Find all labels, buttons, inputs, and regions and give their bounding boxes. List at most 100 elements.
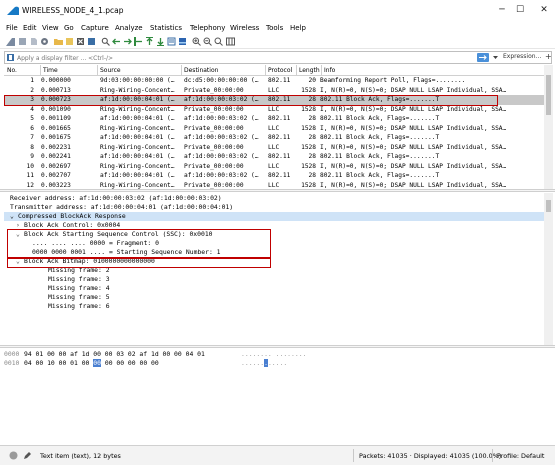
open-file-icon[interactable]: [54, 37, 63, 46]
cell-source: af:1d:00:00:04:01 (…: [100, 115, 175, 122]
menu-capture[interactable]: Capture: [81, 24, 109, 32]
detail-compressed-blockack[interactable]: ⌄ Compressed BlockAck Response: [4, 212, 544, 221]
close-file-icon[interactable]: [76, 37, 85, 46]
bytes-ascii-post: .....: [267, 359, 288, 367]
pane-splitter[interactable]: [0, 189, 555, 192]
bookmark-filter-icon[interactable]: [7, 54, 14, 61]
status-profile[interactable]: Profile: Default: [497, 452, 544, 460]
edit-comment-icon[interactable]: [23, 451, 32, 460]
packet-row[interactable]: 8 0.002231 Ring-Wiring-Concent… Private_00:…: [4, 143, 544, 153]
detail-missing-frame[interactable]: Missing frame: 5: [48, 293, 110, 302]
bytes-hex[interactable]: 94 01 00 00 af 1d 00 00 03 02 af 1d 00 0…: [24, 350, 205, 358]
menu-help[interactable]: Help: [290, 24, 306, 32]
cell-source: Ring-Wiring-Concent…: [100, 124, 175, 132]
menu-telephony[interactable]: Telephony: [190, 24, 225, 32]
bytes-hex[interactable]: 04 00 10 00 01 00 00 00 00 00 00 00: [24, 359, 159, 367]
cell-time: 0.002241: [41, 153, 71, 160]
detail-missing-frame[interactable]: Missing frame: 6: [48, 302, 110, 311]
column-time[interactable]: Time: [40, 65, 58, 76]
column-protocol[interactable]: Protocol: [265, 65, 292, 76]
close-button[interactable]: ✕: [537, 4, 551, 16]
scrollbar-thumb[interactable]: [546, 75, 551, 115]
cell-info: 802.11 Block Ack, Flags=.......T: [320, 115, 440, 122]
cell-info: I, N(R)=0, N(S)=0; DSAP NULL LSAP Indivi…: [320, 105, 507, 113]
go-back-icon[interactable]: [112, 37, 121, 46]
column-destination[interactable]: Destination: [181, 65, 218, 76]
add-filter-button[interactable]: +: [545, 52, 552, 61]
packet-row[interactable]: 9 0.002241 af:1d:00:00:04:01 (… af:1d:00:00…: [4, 152, 544, 162]
packet-row[interactable]: 6 0.001665 Ring-Wiring-Concent… Private_00:…: [4, 124, 544, 134]
bytes-ascii[interactable]: ........ ........: [241, 350, 306, 358]
autoscroll-icon[interactable]: [167, 37, 176, 46]
minimize-button[interactable]: ─: [495, 4, 509, 16]
chevron-down-icon[interactable]: ⌄: [10, 212, 14, 220]
cell-time: 0.001090: [41, 105, 71, 113]
cell-info: 802.11 Block Ack, Flags=.......T: [320, 172, 440, 179]
normal-size-icon[interactable]: [214, 37, 223, 46]
start-capture-icon[interactable]: [6, 37, 15, 46]
chevron-right-icon[interactable]: ›: [16, 221, 24, 229]
restart-capture-icon[interactable]: [29, 37, 38, 46]
bytes-hex-selected[interactable]: 00: [93, 359, 101, 367]
details-scrollbar[interactable]: [544, 193, 553, 345]
zoom-in-icon[interactable]: [192, 37, 201, 46]
column-no[interactable]: No.: [7, 67, 17, 74]
cell-length: 28: [308, 134, 316, 141]
go-first-icon[interactable]: [145, 37, 154, 46]
go-last-icon[interactable]: [156, 37, 165, 46]
find-packet-icon[interactable]: [101, 37, 110, 46]
menu-go[interactable]: Go: [64, 24, 74, 32]
cell-protocol: 802.11: [268, 172, 291, 179]
zoom-out-icon[interactable]: [203, 37, 212, 46]
cell-length: 20: [308, 77, 316, 84]
apply-filter-button[interactable]: [477, 53, 489, 62]
expression-button[interactable]: Expression...: [503, 53, 541, 60]
packet-row[interactable]: 11 0.002707 af:1d:00:00:04:01 (… af:1d:00:0…: [4, 171, 544, 181]
capture-options-icon[interactable]: [40, 37, 49, 46]
expert-info-icon[interactable]: [9, 451, 18, 460]
menu-bar: File Edit View Go Capture Analyze Statis…: [0, 22, 555, 35]
menu-view[interactable]: View: [42, 24, 59, 32]
menu-file[interactable]: File: [6, 24, 18, 32]
cell-info: I, N(R)=0, N(S)=0; DSAP NULL LSAP Indivi…: [320, 124, 507, 132]
cell-protocol: LLC: [268, 124, 280, 132]
cell-no: 8: [30, 143, 34, 151]
packet-row[interactable]: 1 0.000000 9d:03:00:00:00:00 (… dc:d5:00:00…: [4, 76, 544, 86]
save-file-icon[interactable]: [65, 37, 74, 46]
cell-time: 0.003223: [41, 181, 71, 189]
reload-file-icon[interactable]: [87, 37, 96, 46]
scrollbar-thumb[interactable]: [546, 200, 551, 212]
column-length[interactable]: Length: [296, 65, 320, 76]
detail-receiver-address[interactable]: Receiver address: af:1d:00:00:03:02 (af:…: [10, 194, 222, 203]
column-source[interactable]: Source: [97, 65, 121, 76]
cell-no: 9: [30, 153, 34, 160]
menu-analyze[interactable]: Analyze: [115, 24, 143, 32]
cell-protocol: 802.11: [268, 134, 291, 141]
stop-capture-icon[interactable]: [18, 37, 27, 46]
colorize-icon[interactable]: [178, 37, 187, 46]
bytes-ascii[interactable]: ............: [241, 359, 287, 367]
filter-history-dropdown[interactable]: [492, 53, 499, 62]
packet-list-scrollbar[interactable]: [544, 65, 553, 189]
packet-row[interactable]: 7 0.001675 af:1d:00:00:04:01 (… af:1d:00:00…: [4, 133, 544, 143]
packet-row[interactable]: 2 0.000713 Ring-Wiring-Concent… Private_00:…: [4, 86, 544, 96]
packet-row[interactable]: 12 0.003223 Ring-Wiring-Concent… Private_00…: [4, 181, 544, 190]
detail-transmitter-address[interactable]: Transmitter address: af:1d:00:00:04:01 (…: [10, 203, 233, 212]
display-filter-input[interactable]: [17, 53, 417, 63]
menu-wireless[interactable]: Wireless: [230, 24, 259, 32]
packet-row[interactable]: 5 0.001109 af:1d:00:00:04:01 (… af:1d:00:00…: [4, 114, 544, 124]
menu-tools[interactable]: Tools: [266, 24, 283, 32]
menu-edit[interactable]: Edit: [23, 24, 37, 32]
cell-destination: af:1d:00:00:03:02 (…: [184, 153, 259, 160]
packet-row[interactable]: 10 0.002697 Ring-Wiring-Concent… Private_00…: [4, 162, 544, 172]
detail-missing-frame[interactable]: Missing frame: 4: [48, 284, 110, 293]
menu-statistics[interactable]: Statistics: [150, 24, 182, 32]
resize-columns-icon[interactable]: [226, 37, 235, 46]
maximize-button[interactable]: ☐: [513, 4, 527, 16]
go-to-packet-icon[interactable]: [134, 37, 143, 46]
detail-missing-frame[interactable]: Missing frame: 3: [48, 275, 110, 284]
bytes-offset: 0000: [4, 350, 20, 358]
column-info[interactable]: Info: [321, 65, 335, 76]
go-forward-icon[interactable]: [123, 37, 132, 46]
cell-no: 1: [30, 77, 34, 84]
